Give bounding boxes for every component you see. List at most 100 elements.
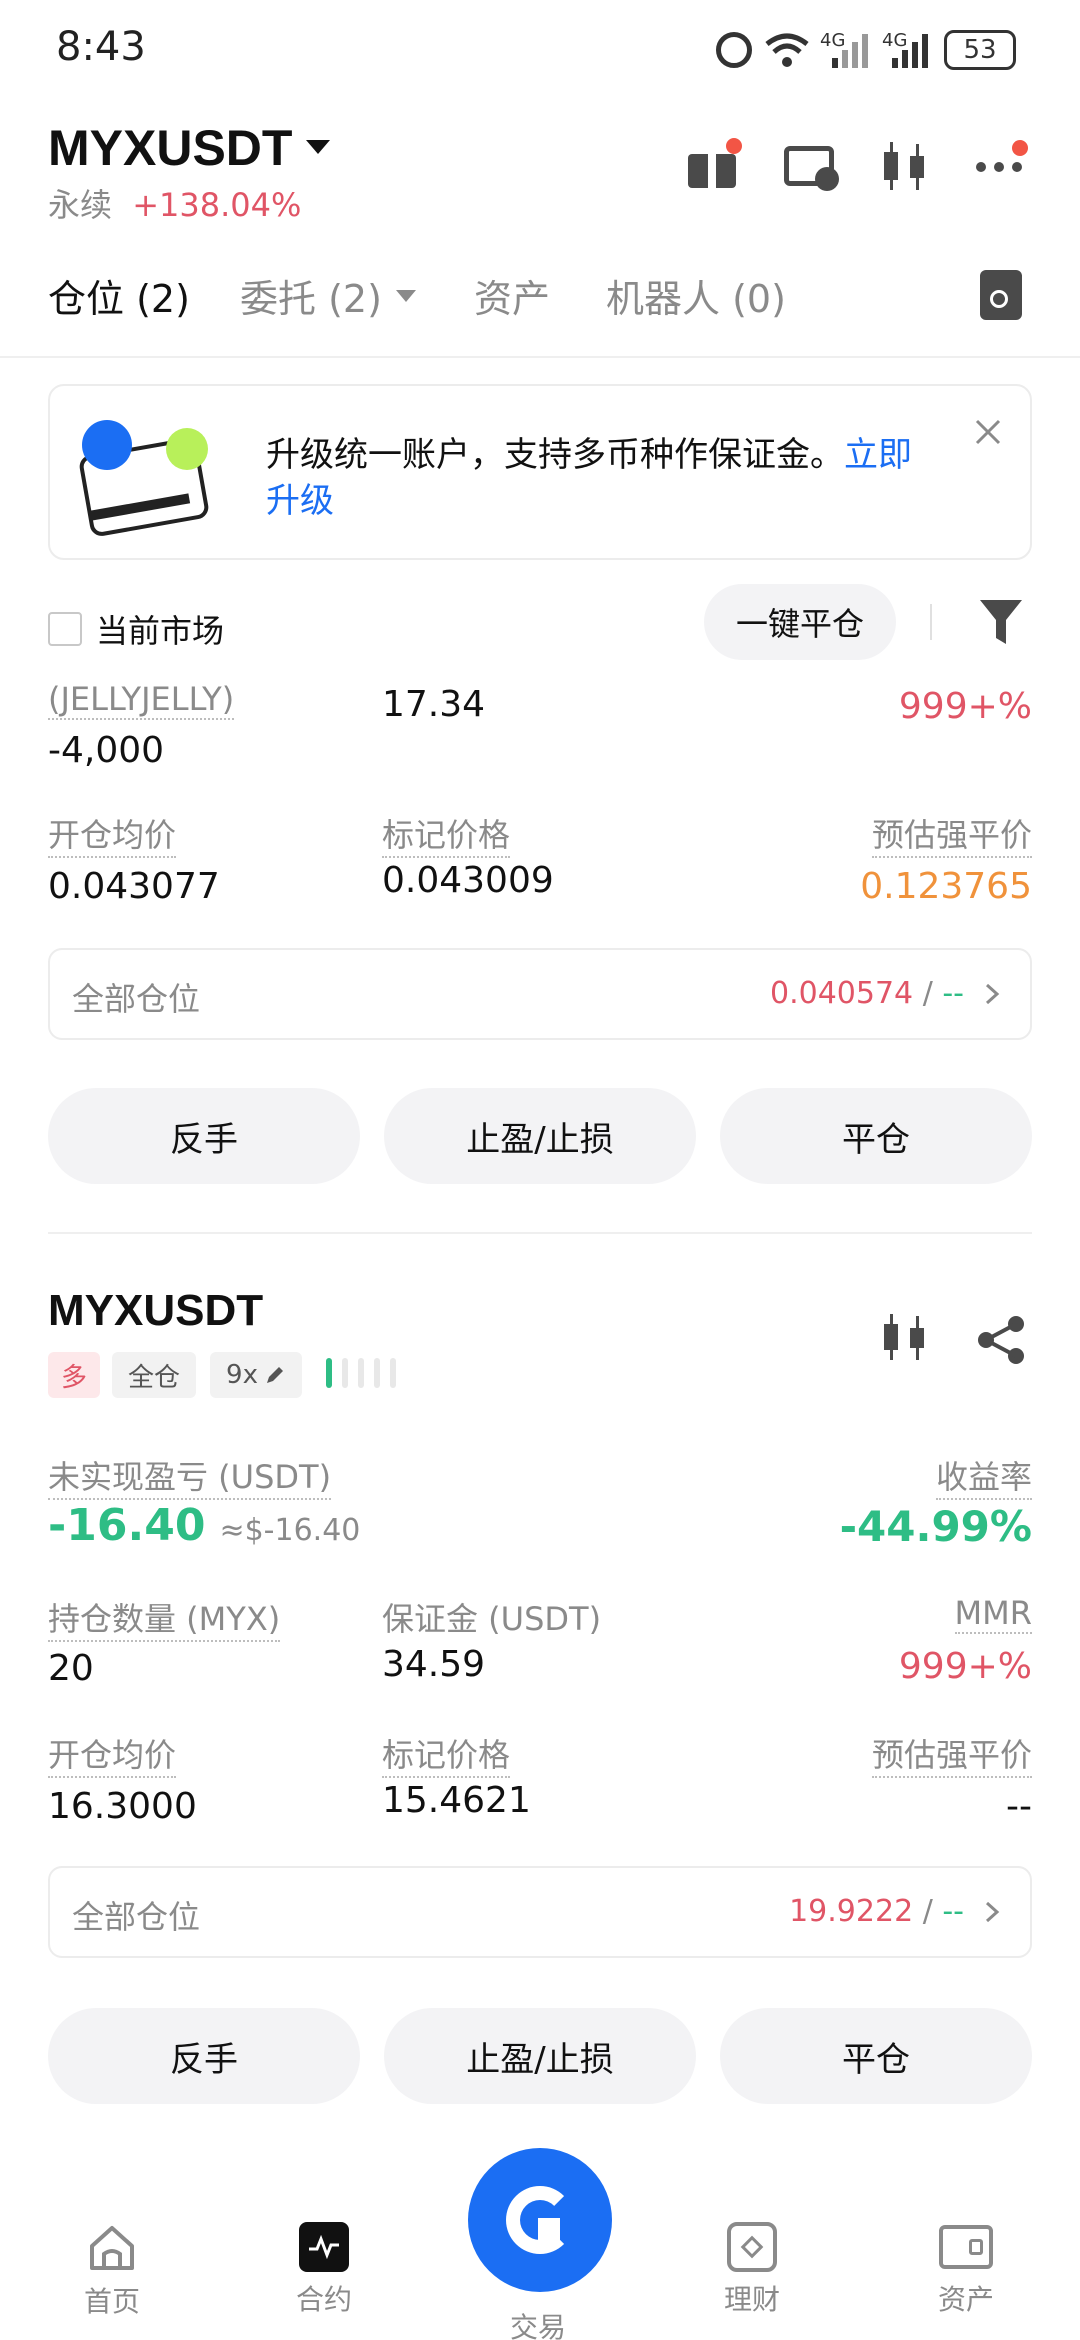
close-label: 平仓 bbox=[842, 2039, 910, 2080]
nav-futures[interactable]: 合约 bbox=[254, 2222, 394, 2318]
position1-liq-label: 预估强平价 bbox=[871, 810, 1032, 858]
position1-margin: 17.34 bbox=[382, 684, 486, 725]
candlestick-icon[interactable] bbox=[880, 1312, 930, 1364]
caret-down-icon bbox=[306, 140, 331, 154]
close-all-label: 一键平仓 bbox=[735, 605, 864, 643]
share-icon[interactable] bbox=[976, 1314, 1026, 1366]
all-positions-dash: -- bbox=[942, 976, 964, 1011]
position2-margin: 34.59 bbox=[382, 1644, 486, 1685]
header-subtitle-row: 永续 +138.04% bbox=[48, 180, 301, 226]
position1-reverse-button[interactable]: 反手 bbox=[48, 1088, 360, 1184]
all-positions-label: 全部仓位 bbox=[72, 1898, 201, 1936]
upgrade-link-2[interactable]: 升级 bbox=[266, 481, 334, 521]
nav-trade-label: 交易 bbox=[509, 2311, 566, 2340]
position2-entry: 16.3000 bbox=[48, 1786, 197, 1827]
status-time: 8:43 bbox=[56, 24, 146, 70]
edit-icon bbox=[266, 1367, 283, 1383]
all-positions-value: 19.9222 / -- bbox=[789, 1894, 1000, 1929]
symbol-title: MYXUSDT bbox=[48, 120, 293, 176]
alarm-icon bbox=[716, 32, 752, 68]
upgrade-banner[interactable]: 升级统一账户，支持多币种作保证金。立即 升级 bbox=[48, 384, 1032, 560]
position2-mark-label: 标记价格 bbox=[382, 1730, 511, 1778]
bottom-nav: 首页 合约 交易 理财 资产 bbox=[0, 2148, 1080, 2340]
trade-icon bbox=[468, 2148, 612, 2292]
position2-all-positions-row[interactable]: 全部仓位 19.9222 / -- bbox=[48, 1866, 1032, 1958]
nav-trade[interactable]: 交易 bbox=[468, 2148, 612, 2340]
banner-message: 升级统一账户，支持多币种作保证金。 bbox=[266, 435, 844, 475]
reverse-label: 反手 bbox=[170, 1119, 238, 1160]
symbol-selector[interactable]: MYXUSDT bbox=[48, 118, 332, 178]
close-all-button[interactable]: 一键平仓 bbox=[704, 584, 896, 660]
position2-mmr-label: MMR bbox=[954, 1594, 1032, 1634]
position1-mark: 0.043009 bbox=[382, 860, 554, 901]
tab-positions[interactable]: 仓位 (2) bbox=[48, 268, 190, 323]
gift-icon[interactable] bbox=[688, 138, 742, 188]
tab-bots[interactable]: 机器人 (0) bbox=[606, 268, 786, 323]
reverse-label: 反手 bbox=[170, 2039, 238, 2080]
all-positions-sep: / bbox=[913, 1894, 943, 1929]
position1-all-positions-row[interactable]: 全部仓位 0.040574 / -- bbox=[48, 948, 1032, 1040]
position2-tpsl-button[interactable]: 止盈/止损 bbox=[384, 2008, 696, 2104]
filter-divider bbox=[930, 604, 932, 640]
signal-bars-2-icon bbox=[892, 34, 928, 68]
position2-symbol: MYXUSDT bbox=[48, 1286, 264, 1335]
position1-mmr: 999+% bbox=[898, 686, 1032, 727]
candlestick-icon[interactable] bbox=[878, 138, 932, 194]
position1-entry-label: 开仓均价 bbox=[48, 810, 177, 858]
upgrade-link[interactable]: 立即 bbox=[844, 435, 912, 475]
tabs-divider bbox=[0, 356, 1080, 358]
nav-home-label: 首页 bbox=[83, 2285, 140, 2318]
position2-side-tag: 多 bbox=[48, 1352, 100, 1398]
tab-assets[interactable]: 资产 bbox=[474, 268, 550, 323]
current-market-label: 当前市场 bbox=[96, 612, 225, 650]
position1-liq: 0.123765 bbox=[860, 866, 1032, 907]
all-positions-sep: / bbox=[913, 976, 943, 1011]
all-positions-price: 0.040574 bbox=[770, 976, 914, 1011]
position2-qty: 20 bbox=[48, 1648, 94, 1689]
battery-icon: 53 bbox=[944, 30, 1016, 70]
banner-text: 升级统一账户，支持多币种作保证金。立即 升级 bbox=[266, 432, 966, 524]
more-icon[interactable] bbox=[972, 140, 1032, 180]
tpsl-label: 止盈/止损 bbox=[466, 2039, 614, 2080]
home-icon bbox=[90, 2226, 134, 2270]
contract-type: 永续 bbox=[48, 186, 113, 224]
leverage-tag-label: 9x bbox=[226, 1360, 258, 1390]
risk-meter bbox=[326, 1358, 396, 1388]
nav-home[interactable]: 首页 bbox=[42, 2222, 182, 2320]
position1-entry: 0.043077 bbox=[48, 866, 220, 907]
nav-assets[interactable]: 资产 bbox=[896, 2222, 1036, 2318]
position1-mark-label: 标记价格 bbox=[382, 810, 511, 858]
current-market-checkbox[interactable]: 当前市场 bbox=[48, 606, 224, 652]
position1-qty: -4,000 bbox=[48, 730, 165, 771]
all-positions-value: 0.040574 / -- bbox=[770, 976, 1000, 1011]
chart-check-icon[interactable] bbox=[784, 146, 839, 191]
battery-level: 53 bbox=[963, 35, 997, 65]
position2-entry-label: 开仓均价 bbox=[48, 1730, 177, 1778]
position1-tpsl-button[interactable]: 止盈/止损 bbox=[384, 1088, 696, 1184]
filter-icon[interactable] bbox=[978, 598, 1024, 648]
position2-close-button[interactable]: 平仓 bbox=[720, 2008, 1032, 2104]
history-document-icon[interactable] bbox=[980, 270, 1022, 320]
nav-earn[interactable]: 理财 bbox=[682, 2222, 822, 2318]
position2-reverse-button[interactable]: 反手 bbox=[48, 2008, 360, 2104]
position-divider bbox=[48, 1232, 1032, 1234]
nav-earn-label: 理财 bbox=[723, 2283, 780, 2316]
position2-pnl-label: 未实现盈亏 (USDT) bbox=[48, 1452, 332, 1500]
close-icon[interactable] bbox=[974, 418, 1002, 446]
position2-mark: 15.4621 bbox=[382, 1780, 531, 1821]
tab-bots-label: 机器人 (0) bbox=[606, 277, 786, 321]
chevron-right-icon bbox=[985, 983, 1000, 1004]
position2-margin-label: 保证金 (USDT) bbox=[382, 1600, 602, 1638]
close-label: 平仓 bbox=[842, 1119, 910, 1160]
tab-assets-label: 资产 bbox=[474, 277, 551, 321]
price-change: +138.04% bbox=[132, 186, 302, 224]
position1-symbol: (JELLYJELLY) bbox=[48, 680, 235, 720]
position2-leverage-tag[interactable]: 9x bbox=[210, 1352, 302, 1398]
position2-pnl-usd: ≈$-16.40 bbox=[219, 1513, 361, 1548]
position2-qty-label: 持仓数量 (MYX) bbox=[48, 1594, 281, 1642]
position1-close-button[interactable]: 平仓 bbox=[720, 1088, 1032, 1184]
tab-orders[interactable]: 委托 (2) bbox=[240, 268, 418, 323]
wifi-icon bbox=[765, 33, 809, 67]
position2-liq-label: 预估强平价 bbox=[871, 1730, 1032, 1778]
chevron-right-icon bbox=[985, 1901, 1000, 1922]
